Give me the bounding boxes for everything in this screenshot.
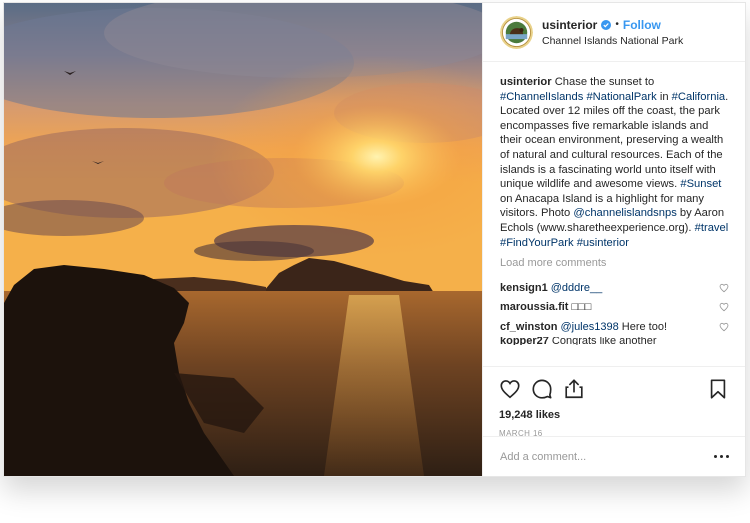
caption-hashtag-link[interactable]: #Sunset xyxy=(680,178,721,190)
caption-hashtag-link[interactable]: @channelislandsnps xyxy=(573,207,676,219)
more-options-icon[interactable] xyxy=(714,455,729,458)
comment-like-heart-icon[interactable] xyxy=(719,283,729,293)
caption-text: Chase the sunset to xyxy=(551,76,655,88)
post-username[interactable]: usinterior xyxy=(542,18,597,32)
comment-username[interactable]: kopper27 xyxy=(500,337,549,345)
instagram-post-card: usinterior • Follow Channel Islands Nati… xyxy=(3,2,746,477)
load-more-comments-link[interactable]: Load more comments xyxy=(500,257,729,269)
caption-hashtag-link[interactable]: #ChannelIslands xyxy=(500,91,583,103)
caption-username[interactable]: usinterior xyxy=(500,76,552,88)
comment-row: maroussia.fit □□□ xyxy=(500,298,729,318)
verified-badge-icon xyxy=(601,19,612,30)
comment-row: kopper27 Congrats like another xyxy=(500,337,729,345)
comment-body: Here too! xyxy=(618,320,668,333)
comment-mention-link[interactable]: @jules1398 xyxy=(560,321,618,333)
share-icon[interactable] xyxy=(563,378,585,400)
comment-text: kensign1 @dddre__ xyxy=(500,282,602,294)
comment-body: □□□ xyxy=(571,301,592,314)
comment-mention-link[interactable]: @dddre__ xyxy=(551,282,603,294)
caption-hashtag-link[interactable]: #travel xyxy=(695,222,729,234)
comment-username[interactable]: kensign1 xyxy=(500,282,548,294)
comment-username[interactable]: maroussia.fit xyxy=(500,301,568,313)
caption-hashtag-link[interactable]: #usinterior xyxy=(577,237,629,249)
comment-like-heart-icon[interactable] xyxy=(719,322,729,332)
name-row: usinterior • Follow xyxy=(542,18,683,32)
post-location[interactable]: Channel Islands National Park xyxy=(542,35,683,47)
comment-body: Congrats like another xyxy=(551,336,657,345)
follow-button[interactable]: Follow xyxy=(623,18,661,32)
comment-bubble-icon[interactable] xyxy=(531,378,553,400)
caption-hashtag-link[interactable]: #NationalPark xyxy=(586,91,656,103)
post-caption: usinterior Chase the sunset to #ChannelI… xyxy=(500,75,729,250)
heart-icon[interactable] xyxy=(499,378,521,400)
bookmark-icon[interactable] xyxy=(707,378,729,400)
avatar[interactable] xyxy=(500,15,533,49)
comment-username[interactable]: cf_winston xyxy=(500,321,557,333)
post-photo[interactable] xyxy=(4,3,482,476)
comment-text: kopper27 Congrats like another xyxy=(500,337,656,345)
sunset-photo-image xyxy=(4,3,482,476)
caption-hashtag-link[interactable]: #California xyxy=(672,91,725,103)
caption-text: in xyxy=(656,90,672,103)
comments-section: usinterior Chase the sunset to #ChannelI… xyxy=(483,62,745,366)
separator-dot: • xyxy=(615,19,619,30)
caption-text: . Located over 12 miles off the coast, t… xyxy=(500,90,729,191)
comment-like-heart-icon[interactable] xyxy=(719,302,729,312)
comment-text: cf_winston @jules1398 Here too! xyxy=(500,321,667,333)
comment-row: cf_winston @jules1398 Here too! xyxy=(500,317,729,337)
add-comment-input[interactable]: Add a comment... xyxy=(500,451,586,463)
post-header: usinterior • Follow Channel Islands Nati… xyxy=(483,3,745,62)
comment-text: maroussia.fit □□□ xyxy=(500,301,591,313)
caption-hashtag-link[interactable]: #FindYourPark xyxy=(500,237,574,249)
comment-row: kensign1 @dddre__ xyxy=(500,278,729,298)
likes-count[interactable]: 19,248 likes xyxy=(499,409,729,421)
add-comment-bar: Add a comment... xyxy=(483,436,745,476)
header-text: usinterior • Follow Channel Islands Nati… xyxy=(542,18,683,47)
action-icon-row xyxy=(499,375,729,403)
post-sidebar: usinterior • Follow Channel Islands Nati… xyxy=(482,3,745,476)
comment-list: kensign1 @dddre__ maroussia.fit □□□ cf_winst… xyxy=(500,278,729,345)
